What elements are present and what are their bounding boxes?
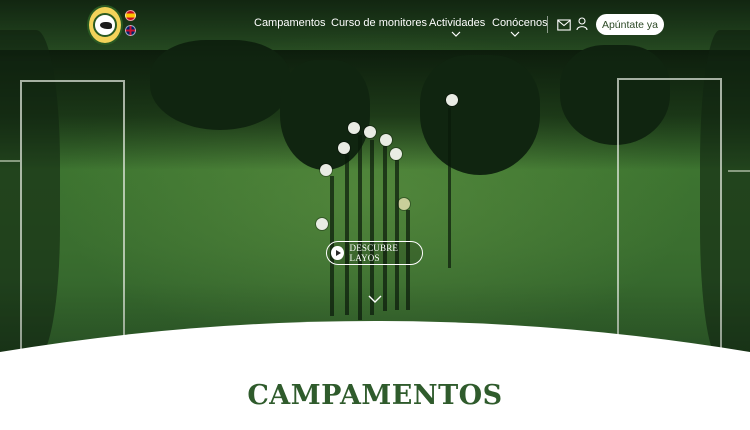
discover-label: DESCUBRE LAYOS xyxy=(349,243,399,263)
play-icon xyxy=(331,246,344,260)
mail-icon[interactable] xyxy=(557,18,571,31)
bird-icon xyxy=(100,22,112,29)
hero-curve-divider xyxy=(0,321,750,360)
nav-item-campamentos[interactable]: Campamentos xyxy=(254,17,326,33)
user-icon[interactable] xyxy=(576,17,588,31)
uk-flag-icon[interactable] xyxy=(125,25,136,36)
signup-button[interactable]: Apúntate ya xyxy=(596,14,664,35)
discover-layos-button[interactable]: DESCUBRE LAYOS xyxy=(326,241,423,265)
spain-flag-icon[interactable] xyxy=(125,10,136,21)
chevron-down-icon[interactable] xyxy=(451,30,461,38)
logo-badge xyxy=(93,13,117,37)
nav-item-curso-de-monitores[interactable]: Curso de monitores xyxy=(331,17,427,33)
site-logo[interactable] xyxy=(87,5,123,45)
chevron-down-icon[interactable] xyxy=(510,30,520,38)
section-title: CAMPAMENTOS xyxy=(247,380,503,411)
nav-divider xyxy=(547,16,548,33)
